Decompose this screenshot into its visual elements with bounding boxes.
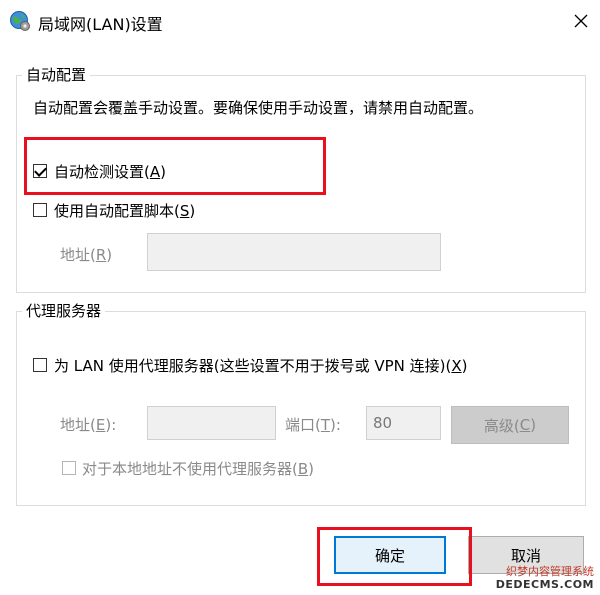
bypass-local-checkbox[interactable]: [62, 461, 76, 475]
proxy-port-label: 端口(T):: [285, 416, 341, 434]
auto-detect-checkbox[interactable]: [33, 164, 47, 178]
auto-detect-label[interactable]: 自动检测设置(A): [54, 161, 166, 182]
script-address-input[interactable]: [147, 233, 441, 271]
proxy-port-input[interactable]: [366, 406, 441, 440]
use-proxy-label[interactable]: 为 LAN 使用代理服务器(这些设置不用于拨号或 VPN 连接)(X): [54, 355, 467, 376]
title-bar: 局域网(LAN)设置: [0, 0, 600, 42]
window-title: 局域网(LAN)设置: [38, 15, 163, 34]
auto-config-legend: 自动配置: [22, 64, 91, 85]
use-script-checkbox[interactable]: [33, 203, 47, 217]
globe-settings-icon: [10, 11, 30, 31]
proxy-address-input[interactable]: [147, 406, 276, 440]
script-address-label: 地址(R): [60, 246, 113, 264]
close-icon: [574, 14, 588, 28]
watermark-line1: 织梦内容管理系统: [506, 565, 594, 578]
ok-button[interactable]: 确定: [334, 536, 446, 574]
bypass-local-label[interactable]: 对于本地地址不使用代理服务器(B): [82, 458, 314, 479]
close-button[interactable]: [566, 6, 596, 36]
watermark-line2: DEDECMS.COM: [495, 578, 594, 591]
use-script-label[interactable]: 使用自动配置脚本(S): [54, 200, 195, 221]
watermark: 织梦内容管理系统 DEDECMS.COM: [496, 565, 594, 591]
auto-config-description: 自动配置会覆盖手动设置。要确保使用手动设置，请禁用自动配置。: [33, 99, 484, 117]
use-proxy-checkbox[interactable]: [33, 358, 47, 372]
advanced-button[interactable]: 高级(C): [451, 406, 569, 444]
proxy-legend: 代理服务器: [22, 300, 106, 321]
proxy-address-label: 地址(E):: [60, 416, 117, 434]
